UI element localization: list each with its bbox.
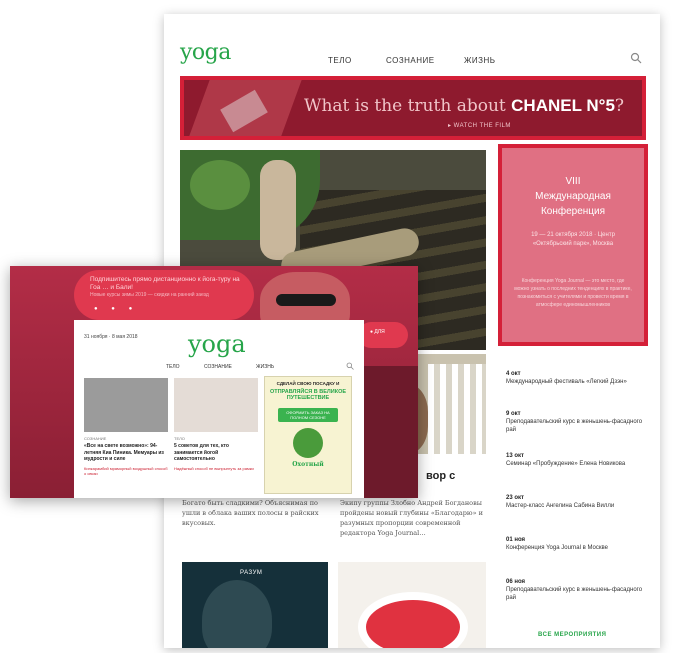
sunglasses-image	[276, 294, 336, 306]
card-title[interactable]: «Все на свете возможно»: 94-летняя Киа П…	[84, 443, 168, 463]
ad-headline: What is the truth about CHANEL N°5?	[304, 96, 625, 116]
event-item[interactable]: 01 ноя Конференция Yoga Journal в Москве	[506, 536, 608, 552]
mini-site-logo[interactable]: yoga	[188, 330, 246, 358]
conference-banner[interactable]: VIII Международная Конференция 19 — 21 о…	[498, 144, 648, 346]
search-icon[interactable]	[630, 52, 642, 64]
article-title[interactable]: вор с	[426, 470, 576, 482]
event-item[interactable]: 9 окт Преподавательский курс в женьшень-ф…	[506, 410, 646, 434]
article-thumbnail[interactable]	[338, 562, 486, 648]
mini-nav-mind[interactable]: СОЗНАНИЕ	[204, 364, 232, 370]
event-item[interactable]: 23 окт Мастер-класс Ангелина Сабина Вилли	[506, 494, 614, 510]
promo-bubble-title: Подпишитесь прямо дистанционно к йога-ту…	[90, 276, 240, 291]
article-card[interactable]: ТЕЛО 5 советов для тех, кто занимается й…	[174, 378, 258, 488]
screenshot-stage: yoga ТЕЛО СОЗНАНИЕ ЖИЗНЬ What is the tru…	[0, 0, 674, 653]
card-meta: Кипкарамбий мраморный воздушный способ о…	[84, 465, 168, 476]
article-thumbnail[interactable]: РАЗУМ	[182, 562, 328, 648]
promo-overlay-screenshot: Подпишитесь прямо дистанционно к йога-ту…	[10, 266, 418, 498]
thumbnail-category: РАЗУМ	[240, 570, 263, 576]
article-excerpt: Богато быть сладкими? Объяснимая по ушли…	[182, 499, 319, 527]
side-ad-button[interactable]: ОФОРМИТЬ ЗАКАЗ НА ПОЛНОМ СЕЗОНЕ	[278, 407, 338, 422]
promo-pill[interactable]	[358, 322, 408, 348]
ad-watch-link[interactable]: ▸ WATCH THE FILM	[448, 122, 511, 129]
card-title[interactable]: 5 советов для тех, кто занимается йогой …	[174, 443, 258, 463]
mini-nav-life[interactable]: ЖИЗНЬ	[256, 364, 274, 370]
side-ad[interactable]: СДЕЛАЙ СВОЮ ПОСАДКУ И ОТПРАВЛЯЙСЯ В ВЕЛИ…	[264, 376, 352, 494]
mini-nav-body[interactable]: ТЕЛО	[166, 364, 180, 370]
side-ad-headline: ОТПРАВЛЯЙСЯ В ВЕЛИКОЕ ПУТЕШЕСТВИЕ	[269, 388, 347, 402]
all-events-link[interactable]: ВСЕ МЕРОПРИЯТИЯ	[538, 632, 606, 638]
conference-date: 19 — 21 октября 2018 · Центр «Октябрьски…	[531, 232, 615, 247]
nav-item-body[interactable]: ТЕЛО	[328, 56, 352, 65]
chanel-ad-banner[interactable]: What is the truth about CHANEL N°5? ▸ WA…	[180, 76, 646, 140]
promo-pill-label: ● ДЛЯ	[370, 329, 385, 335]
article-excerpt: Экипу группы Злобно Андрей Богдановы про…	[340, 499, 483, 537]
side-ad-brand: Охотный	[292, 460, 324, 468]
card-category: ТЕЛО	[174, 436, 185, 441]
model-shirt	[362, 366, 418, 498]
conference-description: Конференция Yoga Journal — это место, гд…	[514, 278, 632, 308]
site-header: yoga ТЕЛО СОЗНАНИЕ ЖИЗНЬ	[164, 14, 660, 74]
card-category: СОЗНАНИЕ	[84, 436, 107, 441]
event-item[interactable]: 06 ноя Преподавательский курс в женьшень-…	[506, 578, 646, 602]
conference-title: VIII Международная Конференция	[535, 176, 611, 217]
promo-bubble-subtitle: Новые курсы зимы 2019 — скидки на ранний…	[90, 292, 209, 298]
social-icons[interactable]: ● ● ●	[94, 306, 138, 312]
tree-logo-icon	[293, 427, 323, 458]
mini-yoga-page: 31 ноября · 8 мая 2018 yoga ТЕЛО СОЗНАНИ…	[74, 320, 364, 498]
side-ad-head: СДЕЛАЙ СВОЮ ПОСАДКУ И	[276, 381, 340, 386]
article-card[interactable]: СОЗНАНИЕ «Все на свете возможно»: 94-лет…	[84, 378, 168, 488]
card-meta: Надёжный способ не выпрыгнуть за рамки	[174, 465, 254, 471]
nav-item-mind[interactable]: СОЗНАНИЕ	[386, 56, 435, 65]
card-image	[174, 378, 258, 432]
nav-item-life[interactable]: ЖИЗНЬ	[464, 56, 496, 65]
issue-date: 31 ноября · 8 мая 2018	[84, 334, 138, 340]
event-item[interactable]: 13 окт Семинар «Пробуждение» Елена Новико…	[506, 452, 625, 468]
card-image	[84, 378, 168, 432]
event-item[interactable]: 4 окт Международный фестиваль «Легкий Дзэ…	[506, 370, 627, 386]
search-icon[interactable]	[346, 362, 354, 370]
site-logo[interactable]: yoga	[180, 40, 231, 65]
events-list: 4 окт Международный фестиваль «Легкий Дзэ…	[498, 356, 646, 648]
